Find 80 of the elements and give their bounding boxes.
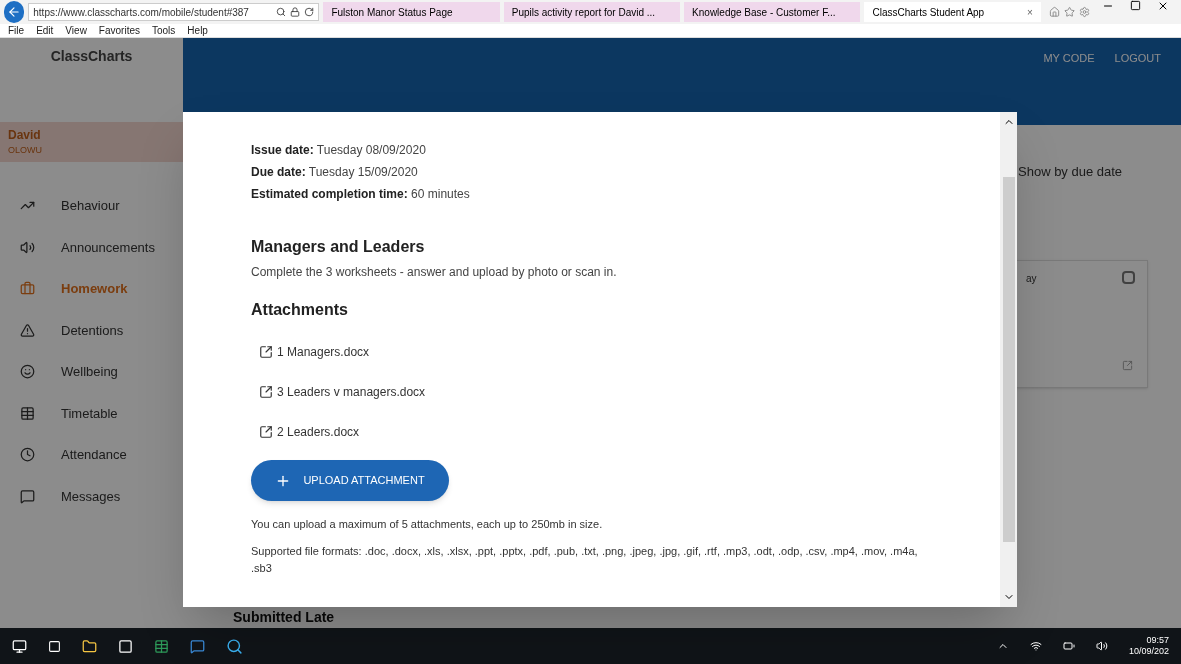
tab-title: Knowledge Base - Customer F... — [692, 5, 837, 20]
homework-description: Complete the 3 worksheets - answer and upload by photo or scan in. — [251, 264, 618, 281]
menu-item[interactable]: Tools — [152, 23, 176, 38]
address-text: https://www.classcharts.com/mobile/student#387 — [33, 5, 250, 20]
nav-item[interactable]: Detentions — [0, 309, 183, 351]
browser-tab[interactable]: Knowledge Base - Customer F... — [684, 2, 861, 22]
attachments-heading: Attachments — [251, 300, 349, 320]
menu-item[interactable]: Help — [187, 23, 208, 38]
nav-label: Wellbeing — [61, 363, 118, 381]
upload-limit-note: You can upload a maximum of 5 attachments, each up to 250mb in size. — [251, 517, 604, 532]
search-icon[interactable] — [276, 7, 287, 17]
logo: ClassCharts — [50, 47, 133, 66]
warning-icon — [20, 322, 35, 338]
nav-item[interactable]: Wellbeing — [0, 351, 183, 393]
nav-item[interactable]: Messages — [0, 475, 183, 517]
student-last-name: OLOWU — [8, 144, 43, 158]
browser-tab[interactable]: Pupils activity report for David ... — [503, 2, 681, 22]
nav-label: Announcements — [61, 238, 155, 257]
folder-icon[interactable] — [82, 638, 97, 654]
scrollbar-thumb[interactable] — [1002, 177, 1015, 542]
close-icon[interactable] — [1157, 0, 1169, 12]
nav-label: Detentions — [61, 321, 124, 340]
clock-icon — [20, 447, 35, 463]
external-link-icon — [259, 425, 273, 439]
tab-title: ClassCharts Student App — [872, 5, 986, 20]
nav-item[interactable]: Timetable — [0, 392, 183, 434]
nav-item[interactable]: Attendance — [0, 434, 183, 476]
student-first-name: David — [8, 127, 42, 145]
menu-item[interactable]: File — [8, 23, 25, 38]
app-icon[interactable] — [118, 638, 133, 654]
detail-line: Issue date: Tuesday 08/09/2020 — [251, 142, 427, 159]
back-button[interactable] — [4, 1, 25, 23]
nav-item[interactable]: Behaviour — [0, 185, 183, 227]
external-link-icon — [259, 385, 273, 399]
nav-label: Messages — [61, 487, 121, 506]
attachment-link[interactable]: 2 Leaders.docx — [259, 412, 1000, 452]
clock-time: 09:57 — [1146, 635, 1169, 646]
maximize-icon[interactable] — [1130, 0, 1141, 11]
detail-line: Due date: Tuesday 15/09/2020 — [251, 164, 419, 181]
menu-item[interactable]: View — [65, 23, 87, 38]
nav-label: Behaviour — [61, 197, 120, 215]
attachment-link[interactable]: 3 Leaders v managers.docx — [259, 372, 1000, 412]
upload-attachment-button[interactable]: UPLOAD ATTACHMENT — [251, 460, 449, 501]
supported-formats-note: Supported file formats: .doc, .docx, .xls, .xlsx, .ppt, .pptx, .pdf, .pub, .txt, .png, .jpeg, .jpg, .gif, .rtf, .mp3, .odt, .odp, .csv, .mp4, .mov, .m4a, .sb3 — [251, 543, 919, 576]
header-link[interactable]: MY CODE — [1043, 50, 1095, 67]
browser-tab[interactable]: ClassCharts Student App × — [864, 2, 1041, 22]
network-icon[interactable] — [1029, 640, 1042, 652]
section-title: Submitted Late — [233, 608, 335, 627]
nav-label: Homework — [61, 280, 128, 298]
sort-option[interactable]: Show by due date — [1018, 162, 1123, 182]
tab-title: Pupils activity report for David ... — [511, 5, 657, 20]
volume-icon[interactable] — [1095, 640, 1108, 652]
menu-item[interactable]: Favorites — [98, 23, 140, 38]
address-bar[interactable]: https://www.classcharts.com/mobile/student#387 — [28, 3, 320, 21]
smiley-icon — [20, 364, 35, 380]
external-link-icon — [259, 345, 273, 359]
scrollbar[interactable] — [1000, 112, 1017, 607]
clock-date: 10/09/202 — [1128, 646, 1169, 657]
spreadsheet-icon[interactable] — [154, 638, 169, 654]
header-link[interactable]: LOGOUT — [1114, 50, 1161, 67]
lock-icon — [290, 7, 301, 17]
browser-tab[interactable]: Fulston Manor Status Page — [323, 2, 500, 22]
briefcase-icon — [20, 281, 35, 297]
card-text: ay — [1026, 272, 1037, 286]
tab-title: Fulston Manor Status Page — [331, 5, 454, 20]
nav-item[interactable]: Announcements — [0, 226, 183, 268]
homework-title: Managers and Leaders — [251, 237, 426, 257]
star-icon[interactable] — [1063, 6, 1075, 18]
message-icon — [20, 488, 35, 504]
close-tab-button[interactable]: × — [1026, 4, 1033, 20]
attachment-link[interactable]: 1 Managers.docx — [259, 332, 1000, 372]
nav-label: Attendance — [61, 446, 127, 464]
menu-item[interactable]: Edit — [36, 23, 54, 38]
speaker-icon — [20, 239, 35, 255]
table-icon — [20, 405, 35, 421]
card-checkbox[interactable] — [1122, 271, 1135, 284]
nav-label: Timetable — [61, 404, 118, 423]
detail-line: Estimated completion time: 60 minutes — [251, 186, 471, 203]
refresh-icon[interactable] — [304, 7, 315, 17]
task-view-icon[interactable] — [48, 639, 61, 653]
